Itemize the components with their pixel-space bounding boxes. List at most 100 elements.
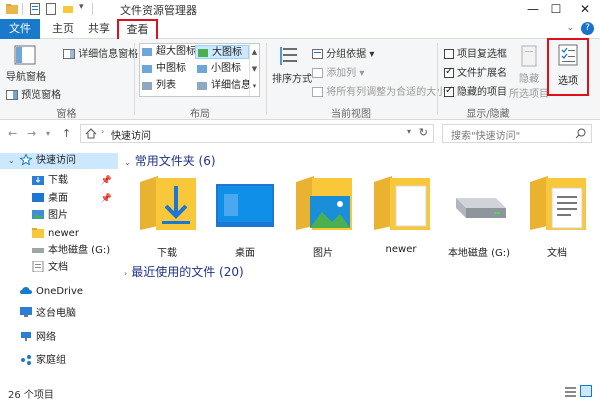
layout-small-icons[interactable]: 小图标 xyxy=(195,62,249,76)
collapse-chevron-icon[interactable]: ⌄ xyxy=(124,158,131,167)
large-icons-view-icon[interactable] xyxy=(580,385,592,397)
pin-icon[interactable]: 📌 xyxy=(101,173,112,189)
tab-view[interactable]: 查看 xyxy=(117,19,158,40)
hide-selected-icon xyxy=(521,45,537,67)
file-extensions-label: 文件扩展名 xyxy=(457,68,507,79)
layout-label: 超大图标 xyxy=(156,46,196,57)
nav-pane-button[interactable]: 导航窗格 xyxy=(6,45,46,83)
close-button[interactable]: ✕ xyxy=(570,0,600,19)
customize-toolbar-icon[interactable]: ▾ xyxy=(79,2,84,14)
extra-large-icons-icon xyxy=(142,48,152,56)
preview-pane-button[interactable]: 预览窗格 xyxy=(6,86,61,101)
item-checkboxes-toggle[interactable]: 项目复选框 xyxy=(444,45,507,60)
pin-icon[interactable]: 📌 xyxy=(101,191,112,207)
layout-extra-large-icons[interactable]: 超大图标 xyxy=(140,45,196,59)
pictures-icon xyxy=(32,209,44,219)
nav-label: 图片 xyxy=(48,210,68,221)
up-button[interactable]: ↑ xyxy=(62,127,71,140)
nav-onedrive[interactable]: OneDrive xyxy=(20,284,83,300)
breadcrumb[interactable]: 快速访问 xyxy=(111,127,151,142)
item-count: 26 个项目 xyxy=(8,390,54,401)
details-pane-button[interactable]: 详细信息窗格 xyxy=(63,45,138,60)
quick-access-toolbar-icon[interactable] xyxy=(62,3,74,15)
properties-icon[interactable] xyxy=(30,3,40,15)
large-icons-icon xyxy=(198,49,208,57)
folder-tile-pictures[interactable]: 图片 xyxy=(284,170,362,260)
size-columns-button[interactable]: 将所有列调整为合适的大小 xyxy=(312,83,446,98)
add-columns-icon xyxy=(312,68,323,78)
nav-downloads[interactable]: 下载 📌 xyxy=(32,173,118,189)
documents-icon xyxy=(32,260,44,272)
hide-selected-button[interactable]: 隐藏 所选项目 xyxy=(509,45,549,100)
search-input[interactable]: 搜索"快速访问" xyxy=(451,127,520,142)
nav-pictures[interactable]: 图片 xyxy=(32,208,118,224)
hidden-items-checkbox[interactable] xyxy=(444,85,454,97)
layout-group-label: 布局 xyxy=(190,109,210,120)
folder-tile-downloads[interactable]: 下载 xyxy=(128,170,206,260)
nav-label: 下载 xyxy=(48,175,68,186)
pictures-folder-icon xyxy=(296,176,352,230)
nav-label: 家庭组 xyxy=(36,355,66,366)
add-columns-button[interactable]: 添加列 ▾ xyxy=(312,64,364,79)
refresh-icon[interactable]: ↻ xyxy=(419,126,428,139)
layout-large-icons[interactable]: 大图标 xyxy=(195,45,249,59)
documents-folder-icon xyxy=(530,176,586,230)
nav-network[interactable]: 网络 xyxy=(20,330,56,346)
details-icon xyxy=(197,82,207,90)
recent-locations-button[interactable]: ▾ xyxy=(46,129,50,138)
layout-scroll[interactable]: ▲ ▼ ▾ xyxy=(249,44,259,96)
options-label: 选项 xyxy=(558,76,578,87)
expand-ribbon-icon[interactable]: ⌄ xyxy=(566,23,574,33)
section-title: 常用文件夹 (6) xyxy=(134,154,216,168)
layout-list[interactable]: 列表 xyxy=(140,79,194,93)
section-title: 最近使用的文件 (20) xyxy=(131,265,244,279)
tab-file[interactable]: 文件 xyxy=(0,19,40,39)
address-dropdown-icon[interactable]: ▾ xyxy=(407,127,411,136)
hide-selected-label: 所选项目 xyxy=(509,89,549,100)
file-extensions-checkbox[interactable] xyxy=(444,66,454,78)
disk-icon xyxy=(32,247,44,253)
details-view-icon[interactable] xyxy=(565,386,576,397)
item-checkboxes-label: 项目复选框 xyxy=(457,49,507,60)
options-button[interactable]: 选项 xyxy=(547,38,589,96)
forward-button[interactable]: → xyxy=(27,127,36,140)
recent-files-header[interactable]: › 最近使用的文件 (20) xyxy=(124,263,244,280)
tab-share[interactable]: 共享 xyxy=(84,19,114,39)
layout-gallery: 超大图标 大图标 中图标 小图标 列表 详细信息 ▲ ▼ ▾ xyxy=(139,43,260,97)
nav-this-pc[interactable]: 这台电脑 xyxy=(20,306,76,322)
nav-label: 这台电脑 xyxy=(36,308,76,319)
file-extensions-toggle[interactable]: 文件扩展名 xyxy=(444,64,507,79)
nav-homegroup[interactable]: 家庭组 xyxy=(20,353,66,369)
sort-by-label: 排序方式 xyxy=(272,74,312,85)
folder-tile-newer[interactable]: newer xyxy=(362,170,440,260)
folder-tile-local-disk[interactable]: 本地磁盘 (G:) xyxy=(440,170,518,260)
item-checkboxes-checkbox[interactable] xyxy=(444,49,454,59)
frequent-folders-header[interactable]: ⌄ 常用文件夹 (6) xyxy=(124,152,216,169)
folder-tile-documents[interactable]: 文档 xyxy=(518,170,596,260)
address-bar[interactable]: › 快速访问 ▾ ↻ xyxy=(80,124,434,143)
layout-label: 中图标 xyxy=(156,63,186,74)
nav-local-disk[interactable]: 本地磁盘 (G:) xyxy=(32,243,118,259)
back-button[interactable]: ← xyxy=(8,127,17,140)
new-folder-icon[interactable] xyxy=(46,3,56,15)
sort-by-button[interactable]: 排序方式 xyxy=(272,45,312,85)
layout-details[interactable]: 详细信息 xyxy=(195,79,251,93)
nav-newer[interactable]: newer xyxy=(32,226,118,242)
nav-quick-access[interactable]: 快速访问 xyxy=(0,153,118,169)
hidden-items-toggle[interactable]: 隐藏的项目 xyxy=(444,83,507,98)
search-icon[interactable] xyxy=(575,128,586,139)
tab-home[interactable]: 主页 xyxy=(48,19,78,39)
homegroup-icon xyxy=(21,354,31,365)
maximize-button[interactable]: ☐ xyxy=(541,0,571,19)
details-pane-label: 详细信息窗格 xyxy=(78,49,139,60)
network-icon xyxy=(21,331,31,341)
search-box[interactable]: 搜索"快速访问" xyxy=(442,124,592,143)
nav-desktop[interactable]: 桌面 📌 xyxy=(32,191,118,207)
help-icon[interactable]: ? xyxy=(581,22,594,35)
layout-medium-icons[interactable]: 中图标 xyxy=(140,62,194,76)
expand-chevron-icon[interactable]: › xyxy=(124,269,127,278)
nav-documents[interactable]: 文档 xyxy=(32,260,118,276)
folder-tile-desktop[interactable]: 桌面 xyxy=(206,170,284,260)
group-by-button[interactable]: 分组依据 ▾ xyxy=(312,45,374,60)
expand-chevron-icon[interactable]: ⌄ xyxy=(8,156,15,165)
